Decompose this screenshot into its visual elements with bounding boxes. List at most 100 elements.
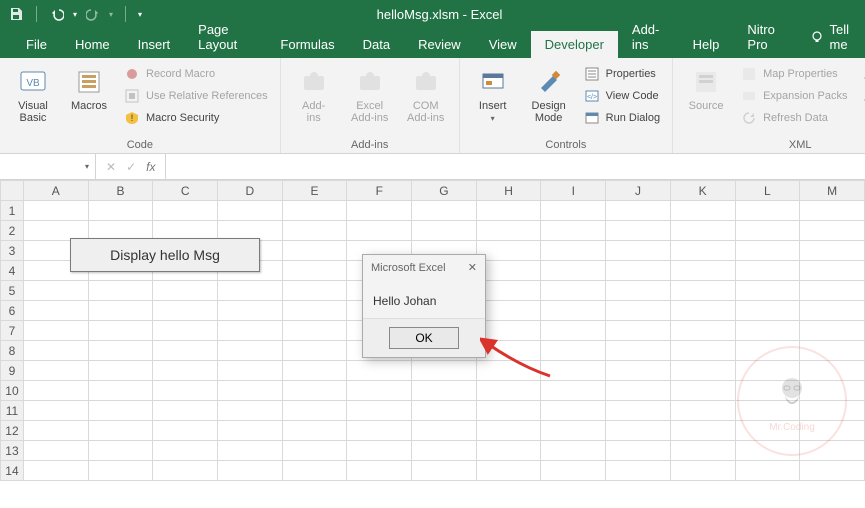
cell[interactable]: [735, 221, 800, 241]
cell[interactable]: [23, 201, 88, 221]
cell[interactable]: [88, 441, 153, 461]
row-header[interactable]: 12: [1, 421, 24, 441]
cell[interactable]: [606, 401, 671, 421]
cell[interactable]: [153, 321, 218, 341]
cell[interactable]: [347, 221, 412, 241]
cell[interactable]: [347, 381, 412, 401]
cell[interactable]: [153, 421, 218, 441]
close-icon[interactable]: ✕: [468, 261, 477, 274]
excel-addins-button[interactable]: Excel Add-ins: [345, 62, 395, 128]
cell[interactable]: [541, 261, 606, 281]
cell[interactable]: [735, 461, 800, 481]
cell[interactable]: [606, 341, 671, 361]
cell[interactable]: [88, 201, 153, 221]
cell[interactable]: [153, 361, 218, 381]
cell[interactable]: [670, 421, 735, 441]
column-header[interactable]: A: [23, 181, 88, 201]
cell[interactable]: [218, 321, 283, 341]
cell[interactable]: [735, 201, 800, 221]
cell[interactable]: [282, 381, 347, 401]
cell[interactable]: [670, 281, 735, 301]
tab-data[interactable]: Data: [349, 31, 404, 58]
undo-icon[interactable]: [49, 6, 65, 22]
export-button[interactable]: Export: [857, 86, 865, 106]
cell[interactable]: [347, 421, 412, 441]
column-header[interactable]: K: [670, 181, 735, 201]
cell[interactable]: [282, 401, 347, 421]
cell[interactable]: [735, 301, 800, 321]
cell[interactable]: [606, 301, 671, 321]
cell[interactable]: [476, 221, 541, 241]
cell[interactable]: [606, 421, 671, 441]
tab-help[interactable]: Help: [679, 31, 734, 58]
cell[interactable]: [670, 321, 735, 341]
cell[interactable]: [218, 381, 283, 401]
cell[interactable]: [282, 281, 347, 301]
cell[interactable]: [606, 221, 671, 241]
cell[interactable]: [800, 221, 865, 241]
cell[interactable]: [23, 361, 88, 381]
fx-icon[interactable]: fx: [146, 160, 155, 174]
cell[interactable]: [412, 221, 477, 241]
tab-review[interactable]: Review: [404, 31, 475, 58]
cell[interactable]: [153, 441, 218, 461]
redo-icon[interactable]: [85, 6, 101, 22]
cell[interactable]: [347, 361, 412, 381]
tell-me[interactable]: Tell me: [800, 16, 865, 58]
cell[interactable]: [476, 421, 541, 441]
row-header[interactable]: 13: [1, 441, 24, 461]
row-header[interactable]: 2: [1, 221, 24, 241]
cell[interactable]: [541, 461, 606, 481]
cell[interactable]: [218, 401, 283, 421]
confirm-icon[interactable]: ✓: [126, 160, 136, 174]
cell[interactable]: [218, 201, 283, 221]
cell[interactable]: [23, 461, 88, 481]
cell[interactable]: [23, 401, 88, 421]
cell[interactable]: [735, 321, 800, 341]
row-header[interactable]: 11: [1, 401, 24, 421]
cell[interactable]: [282, 361, 347, 381]
cell[interactable]: [735, 241, 800, 261]
column-header[interactable]: D: [218, 181, 283, 201]
cell[interactable]: [23, 421, 88, 441]
column-header[interactable]: L: [735, 181, 800, 201]
cell[interactable]: [476, 201, 541, 221]
cell[interactable]: [606, 241, 671, 261]
cell[interactable]: [282, 421, 347, 441]
column-header[interactable]: I: [541, 181, 606, 201]
design-mode-button[interactable]: Design Mode: [524, 62, 574, 128]
macro-security-button[interactable]: ! Macro Security: [120, 108, 272, 128]
use-relative-button[interactable]: Use Relative References: [120, 86, 272, 106]
cell[interactable]: [541, 281, 606, 301]
properties-button[interactable]: Properties: [580, 64, 664, 84]
row-header[interactable]: 9: [1, 361, 24, 381]
cell[interactable]: [412, 401, 477, 421]
row-header[interactable]: 10: [1, 381, 24, 401]
column-header[interactable]: B: [88, 181, 153, 201]
name-box-input[interactable]: [6, 160, 85, 174]
cell[interactable]: [800, 281, 865, 301]
row-header[interactable]: 3: [1, 241, 24, 261]
cell[interactable]: [282, 221, 347, 241]
select-all-corner[interactable]: [1, 181, 24, 201]
cell[interactable]: [218, 361, 283, 381]
row-header[interactable]: 6: [1, 301, 24, 321]
cell[interactable]: [800, 241, 865, 261]
cell[interactable]: [541, 401, 606, 421]
cell[interactable]: [153, 461, 218, 481]
cell[interactable]: [800, 301, 865, 321]
cell[interactable]: [606, 261, 671, 281]
cell[interactable]: [606, 281, 671, 301]
name-box[interactable]: ▾: [0, 154, 96, 179]
cell[interactable]: [218, 341, 283, 361]
cell[interactable]: [282, 261, 347, 281]
column-header[interactable]: C: [153, 181, 218, 201]
tab-home[interactable]: Home: [61, 31, 124, 58]
row-header[interactable]: 5: [1, 281, 24, 301]
cell[interactable]: [412, 461, 477, 481]
tab-view[interactable]: View: [475, 31, 531, 58]
cell[interactable]: [218, 301, 283, 321]
cell[interactable]: [670, 381, 735, 401]
redo-dropdown-icon[interactable]: ▾: [109, 10, 113, 19]
import-button[interactable]: Import: [857, 64, 865, 84]
